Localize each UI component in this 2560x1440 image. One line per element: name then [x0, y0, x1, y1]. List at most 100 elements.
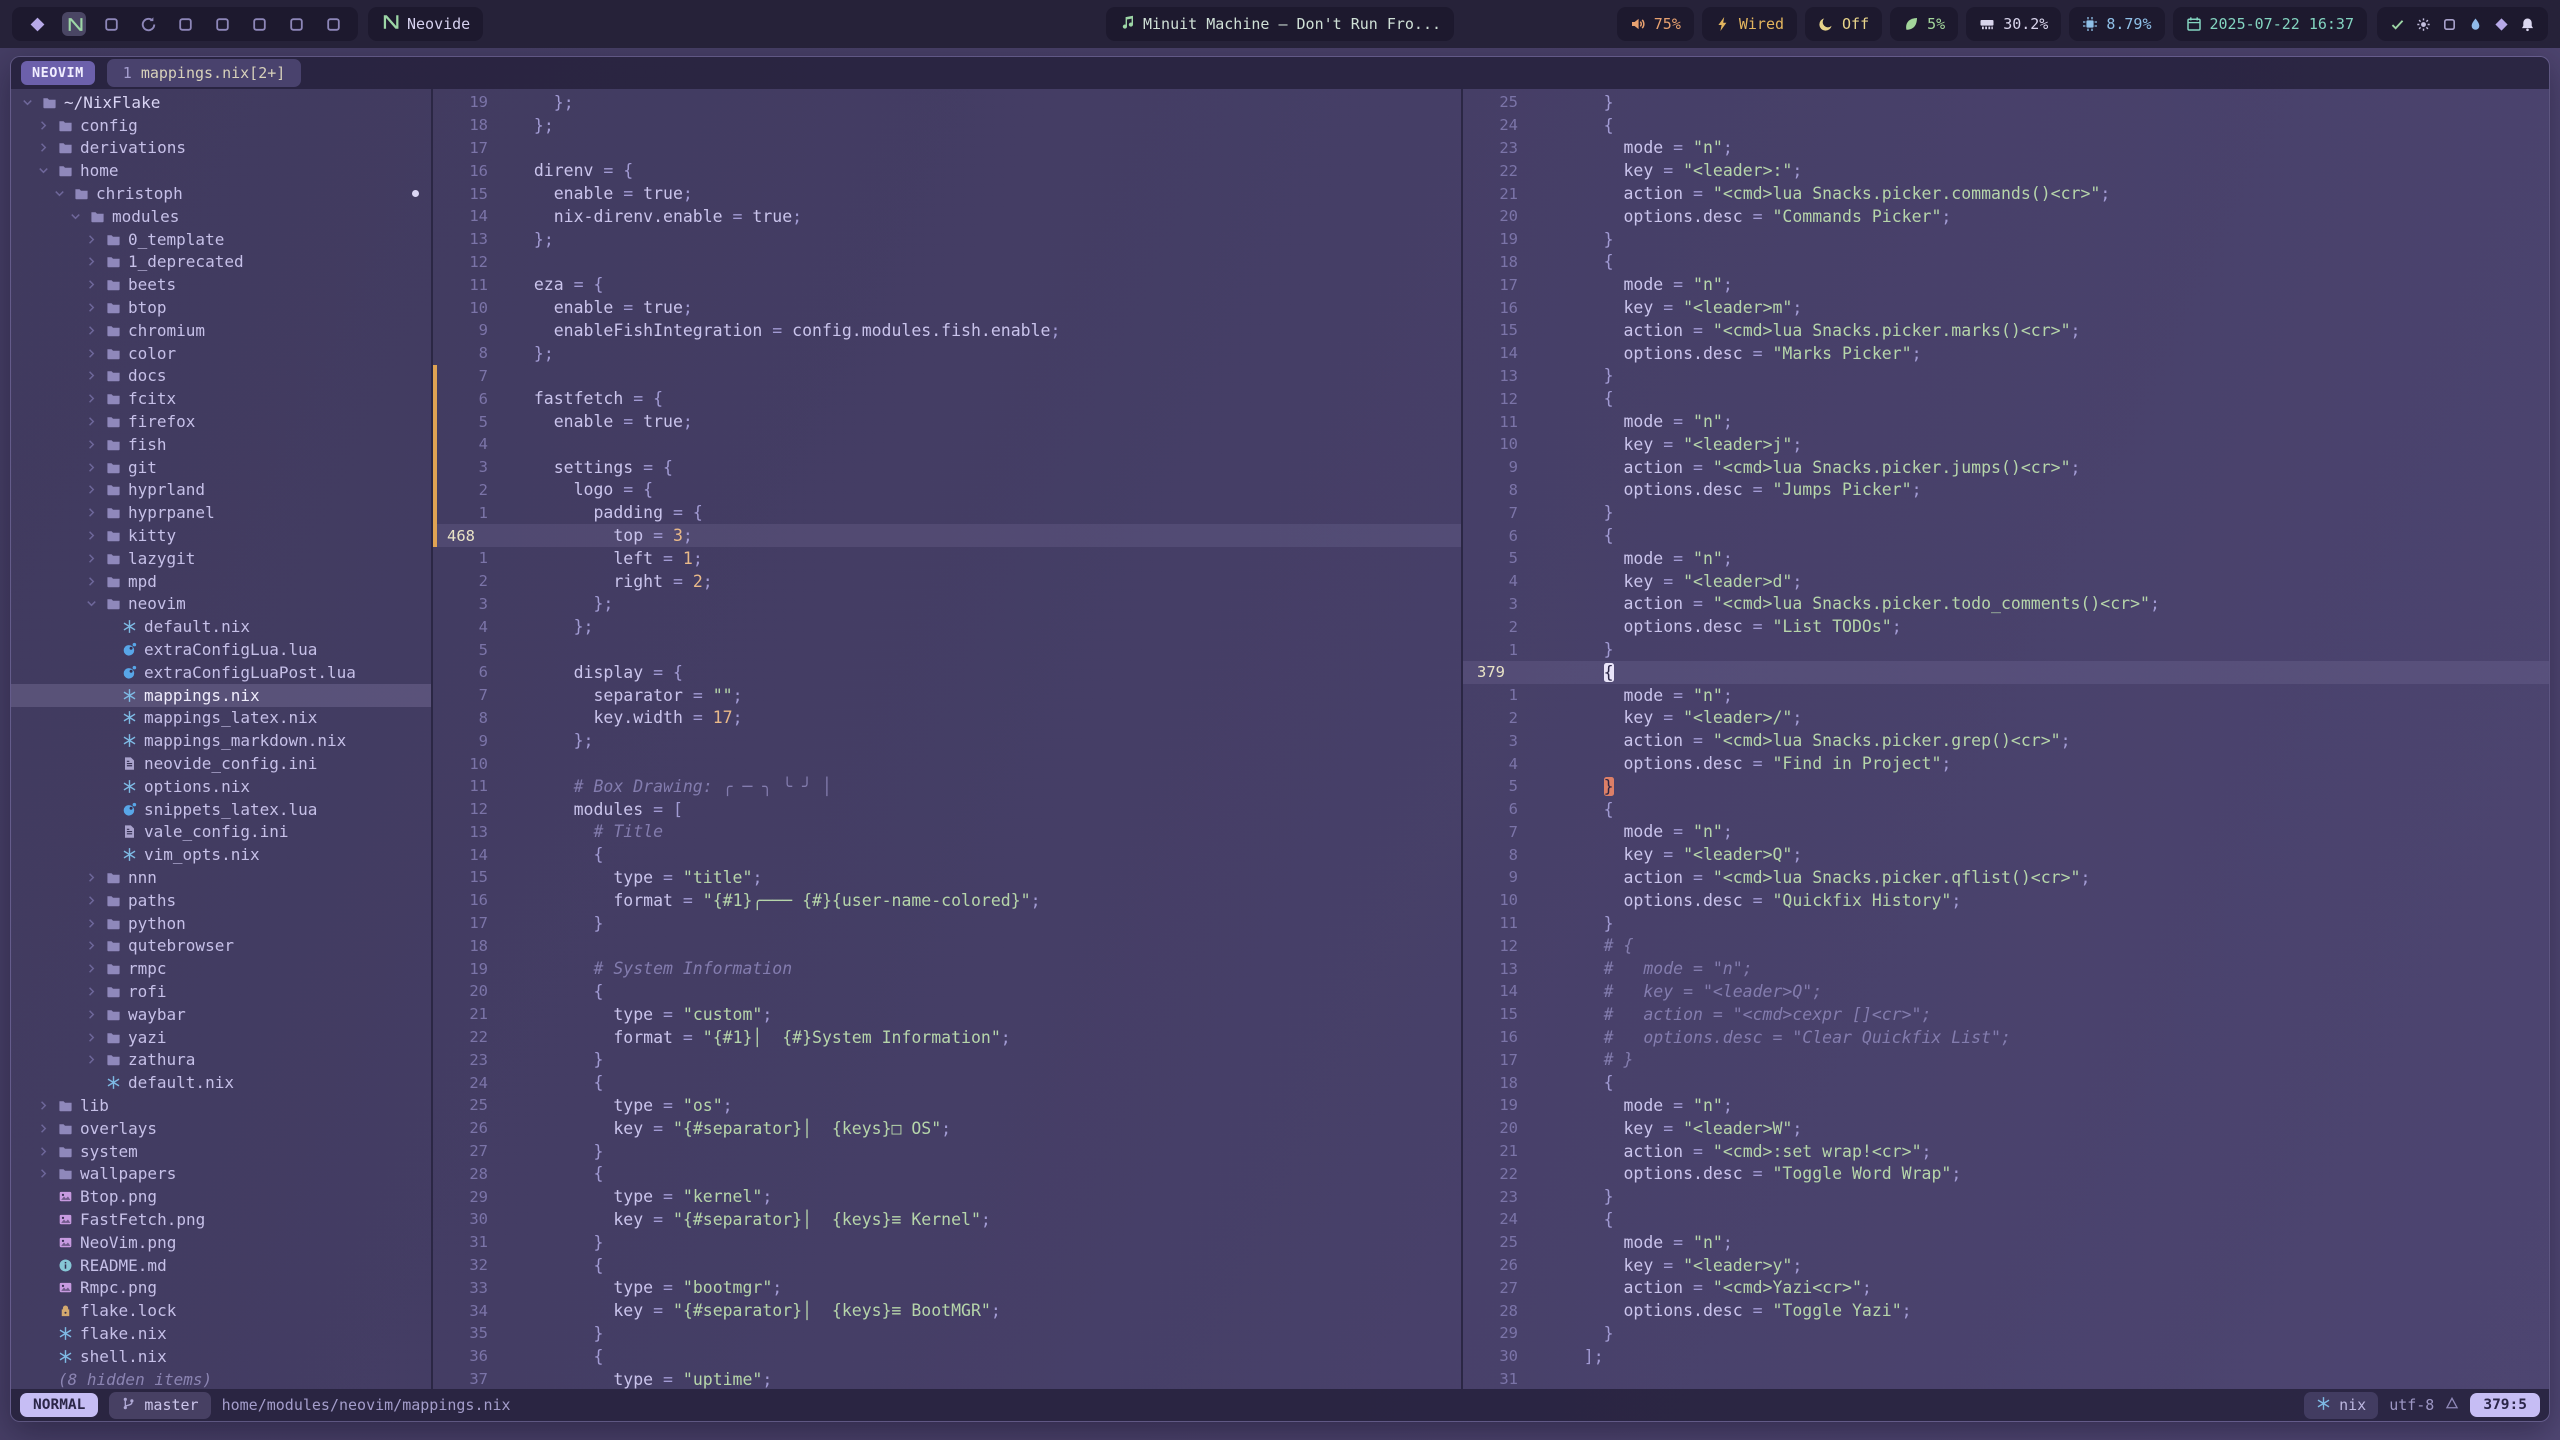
tree-item-rmpc-png[interactable]: Rmpc.png — [11, 1276, 431, 1299]
tree-item-flake-lock[interactable]: flake.lock — [11, 1299, 431, 1322]
code-line[interactable]: 10 enable = true; — [433, 296, 1461, 319]
code-line[interactable]: 14 options.desc = "Marks Picker"; — [1463, 342, 2549, 365]
code-line[interactable]: 28 options.desc = "Toggle Yazi"; — [1463, 1299, 2549, 1322]
code-line[interactable]: 15 enable = true; — [433, 182, 1461, 205]
tab-mappings-nix[interactable]: 1 mappings.nix[2+] — [107, 59, 302, 87]
code-line[interactable]: 20 key = "<leader>W"; — [1463, 1117, 2549, 1140]
code-line[interactable]: 25 type = "os"; — [433, 1094, 1461, 1117]
code-line[interactable]: 8 key.width = 17; — [433, 707, 1461, 730]
tree-item-vim-opts-nix[interactable]: vim_opts.nix — [11, 843, 431, 866]
tree-item-neovim-png[interactable]: NeoVim.png — [11, 1231, 431, 1254]
code-line[interactable]: 19 }; — [433, 91, 1461, 114]
tree-item-default-nix[interactable]: default.nix — [11, 615, 431, 638]
code-line[interactable]: 9 action = "<cmd>lua Snacks.picker.jumps… — [1463, 456, 2549, 479]
code-line[interactable]: 1 mode = "n"; — [1463, 684, 2549, 707]
code-line[interactable]: 29 } — [1463, 1322, 2549, 1345]
code-line[interactable]: 16 key = "<leader>m"; — [1463, 296, 2549, 319]
code-line[interactable]: 17 } — [433, 912, 1461, 935]
tree-item-flake-nix[interactable]: flake.nix — [11, 1322, 431, 1345]
tree-item-fcitx[interactable]: fcitx — [11, 387, 431, 410]
tree-item-system[interactable]: system — [11, 1140, 431, 1163]
code-line[interactable]: 18 — [433, 934, 1461, 957]
tree-item-lib[interactable]: lib — [11, 1094, 431, 1117]
code-line[interactable]: 15 # action = "<cmd>cexpr []<cr>"; — [1463, 1003, 2549, 1026]
tree-item-firefox[interactable]: firefox — [11, 410, 431, 433]
code-line[interactable]: 25 mode = "n"; — [1463, 1231, 2549, 1254]
workspace-2[interactable] — [62, 12, 86, 36]
code-line[interactable]: 16 direnv = { — [433, 159, 1461, 182]
code-line[interactable]: 33 type = "bootmgr"; — [433, 1276, 1461, 1299]
code-line[interactable]: 10 options.desc = "Quickfix History"; — [1463, 889, 2549, 912]
tree-item-paths[interactable]: paths — [11, 889, 431, 912]
code-line[interactable]: 13 }; — [433, 228, 1461, 251]
code-line[interactable]: 5 — [433, 638, 1461, 661]
tray-bell-icon[interactable] — [2520, 17, 2535, 32]
tree-item-mappings-latex-nix[interactable]: mappings_latex.nix — [11, 707, 431, 730]
code-line[interactable]: 9 action = "<cmd>lua Snacks.picker.qflis… — [1463, 866, 2549, 889]
code-line[interactable]: 25 } — [1463, 91, 2549, 114]
status-clock[interactable]: 2025-07-22 16:37 — [2173, 7, 2368, 41]
code-line[interactable]: 18 { — [1463, 251, 2549, 274]
code-line[interactable]: 14 { — [433, 843, 1461, 866]
workspace-3[interactable] — [99, 12, 123, 36]
code-line[interactable]: 24 { — [1463, 1208, 2549, 1231]
code-line[interactable]: 22 format = "{#1}│ {#}System Information… — [433, 1026, 1461, 1049]
editor-window-right[interactable]: 25 }24 {23 mode = "n";22 key = "<leader>… — [1463, 89, 2549, 1389]
tree-item-home[interactable]: home — [11, 159, 431, 182]
tree-item-neovim[interactable]: neovim — [11, 593, 431, 616]
code-line[interactable]: 19 # System Information — [433, 957, 1461, 980]
tree-item-zathura[interactable]: zathura — [11, 1048, 431, 1071]
code-line[interactable]: 3 }; — [433, 593, 1461, 616]
code-line[interactable]: 9 enableFishIntegration = config.modules… — [433, 319, 1461, 342]
code-line[interactable]: 37 type = "uptime"; — [433, 1368, 1461, 1389]
code-line[interactable]: 6 fastfetch = { — [433, 387, 1461, 410]
status-idle[interactable]: Off — [1805, 7, 1882, 41]
workspace-4[interactable] — [136, 12, 160, 36]
tray-gear-icon[interactable] — [2416, 17, 2431, 32]
code-line[interactable]: 29 type = "kernel"; — [433, 1185, 1461, 1208]
active-app-badge[interactable]: Neovide — [368, 7, 483, 41]
code-line[interactable]: 4 — [433, 433, 1461, 456]
tree-item-default-nix[interactable]: default.nix — [11, 1071, 431, 1094]
status-battery[interactable]: 5% — [1890, 7, 1958, 41]
tree-item-hyprland[interactable]: hyprland — [11, 479, 431, 502]
code-line[interactable]: 14 nix-direnv.enable = true; — [433, 205, 1461, 228]
code-line[interactable]: 6 display = { — [433, 661, 1461, 684]
code-line[interactable]: 4 key = "<leader>d"; — [1463, 570, 2549, 593]
code-line[interactable]: 19 } — [1463, 228, 2549, 251]
code-line[interactable]: 4 options.desc = "Find in Project"; — [1463, 752, 2549, 775]
tree-item-snippets-latex-lua[interactable]: snippets_latex.lua — [11, 798, 431, 821]
code-line[interactable]: 1 } — [1463, 638, 2549, 661]
code-line[interactable]: 22 options.desc = "Toggle Word Wrap"; — [1463, 1162, 2549, 1185]
code-line[interactable]: 12 — [433, 251, 1461, 274]
tree-item-waybar[interactable]: waybar — [11, 1003, 431, 1026]
code-line[interactable]: 30 ]; — [1463, 1345, 2549, 1368]
tree-item-python[interactable]: python — [11, 912, 431, 935]
code-line[interactable]: 8 key = "<leader>Q"; — [1463, 843, 2549, 866]
code-line[interactable]: 13 # mode = "n"; — [1463, 957, 2549, 980]
workspace-1[interactable] — [25, 12, 49, 36]
workspace-5[interactable] — [173, 12, 197, 36]
tree-item-yazi[interactable]: yazi — [11, 1026, 431, 1049]
code-line[interactable]: 16 format = "{#1}╭─── {#}{user-name-colo… — [433, 889, 1461, 912]
code-line[interactable]: 4 }; — [433, 615, 1461, 638]
code-line[interactable]: 36 { — [433, 1345, 1461, 1368]
code-line[interactable]: 18 { — [1463, 1071, 2549, 1094]
status-memory[interactable]: 30.2% — [1966, 7, 2061, 41]
tree-item-btop-png[interactable]: Btop.png — [11, 1185, 431, 1208]
code-line[interactable]: 2 logo = { — [433, 479, 1461, 502]
code-line[interactable]: 21 type = "custom"; — [433, 1003, 1461, 1026]
code-line[interactable]: 7 — [433, 365, 1461, 388]
code-line[interactable]: 21 action = "<cmd>lua Snacks.picker.comm… — [1463, 182, 2549, 205]
code-line[interactable]: 6 { — [1463, 798, 2549, 821]
editor-window-left[interactable]: 19 };18 };1716 direnv = {15 enable = tru… — [433, 89, 1461, 1389]
code-line[interactable]: 21 action = "<cmd>:set wrap!<cr>"; — [1463, 1140, 2549, 1163]
tree-item-christoph[interactable]: christoph — [11, 182, 431, 205]
code-line[interactable]: 20 { — [433, 980, 1461, 1003]
tree-item-beets[interactable]: beets — [11, 273, 431, 296]
tree-item-rofi[interactable]: rofi — [11, 980, 431, 1003]
tree-item-mappings-markdown-nix[interactable]: mappings_markdown.nix — [11, 729, 431, 752]
code-line[interactable]: 2 key = "<leader>/"; — [1463, 707, 2549, 730]
workspace-8[interactable] — [284, 12, 308, 36]
code-line[interactable]: 10 key = "<leader>j"; — [1463, 433, 2549, 456]
